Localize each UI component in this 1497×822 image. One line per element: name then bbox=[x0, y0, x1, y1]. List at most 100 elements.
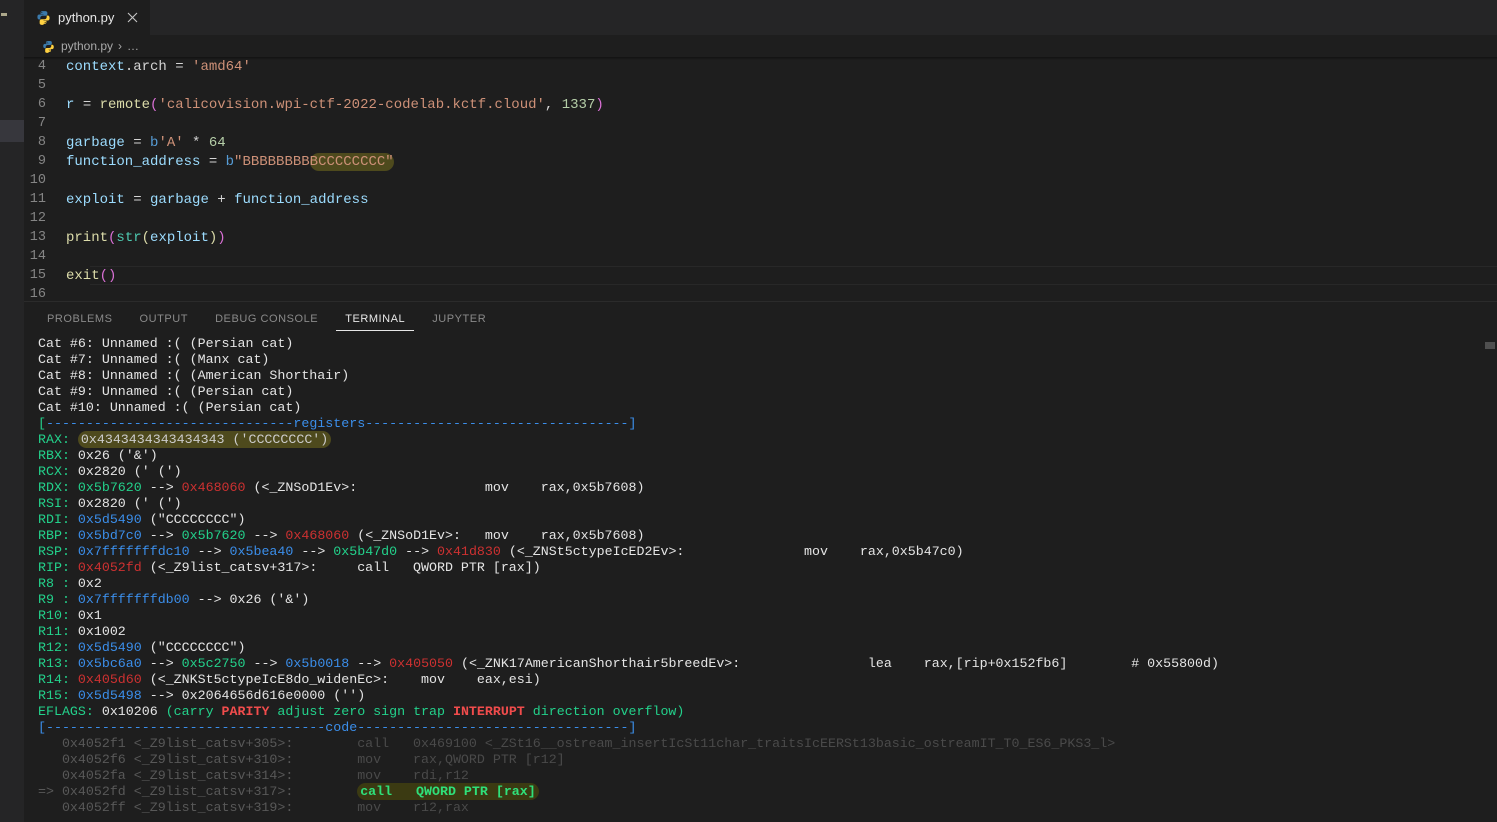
code-line[interactable]: 10 bbox=[24, 171, 1497, 190]
code-token: , bbox=[544, 96, 562, 113]
terminal-span: 0x5c2750 bbox=[181, 656, 246, 671]
terminal-span: (carry bbox=[165, 704, 222, 719]
code-line[interactable]: 14 bbox=[24, 247, 1497, 266]
terminal-output[interactable]: Cat #6: Unnamed :( (Persian cat) Cat #7: … bbox=[24, 336, 1497, 822]
breadcrumb: python.py › … bbox=[24, 35, 1497, 57]
line-number: 5 bbox=[37, 78, 46, 93]
code-line[interactable]: 7 bbox=[24, 114, 1497, 133]
terminal-span: (<_ZNSoD1Ev>: mov rax,0x5b7608) bbox=[349, 528, 645, 543]
terminal-line: RIP: 0x4052fd (<_Z9list_catsv+317>: call… bbox=[38, 560, 1497, 576]
code-token: .arch bbox=[124, 58, 176, 75]
terminal-scrollbar[interactable] bbox=[1485, 342, 1495, 349]
terminal-span: 0x4343434343434343 ('CCCCCCCC') bbox=[77, 431, 332, 448]
terminal-span: --> bbox=[245, 656, 286, 671]
activity-bar bbox=[0, 0, 24, 822]
close-icon[interactable] bbox=[124, 10, 140, 26]
python-file-icon bbox=[36, 10, 51, 25]
line-number: 12 bbox=[29, 211, 46, 226]
line-number: 8 bbox=[37, 135, 46, 150]
terminal-span: 0x10206 bbox=[101, 704, 166, 719]
terminal-span: --> bbox=[189, 544, 230, 559]
code-token: remote bbox=[99, 96, 151, 113]
code-line[interactable]: 15 exit() bbox=[24, 266, 1497, 285]
terminal-span: (<_ZNK17AmericanShorthair5breedEv>: lea … bbox=[453, 656, 1219, 671]
terminal-line: Cat #10: Unnamed :( (Persian cat) bbox=[38, 400, 1497, 416]
terminal-span: 0x2820 (' (') bbox=[77, 464, 182, 479]
editor-tab-python-py[interactable]: python.py bbox=[24, 0, 151, 35]
terminal-span: call QWORD PTR [rax] bbox=[357, 783, 539, 800]
panel-tab-problems[interactable]: PROBLEMS bbox=[38, 302, 122, 336]
terminal-span: EFLAGS: bbox=[38, 704, 102, 719]
code-line[interactable]: 11 exploit = garbage + function_address bbox=[24, 190, 1497, 209]
code-token: 'amd64' bbox=[192, 58, 251, 75]
panel-tab-terminal[interactable]: TERMINAL bbox=[336, 302, 415, 336]
terminal-line: R9 : 0x7fffffffdb00 --> 0x26 ('&') bbox=[38, 592, 1497, 608]
terminal-span: 0x7fffffffdb00 bbox=[77, 592, 190, 607]
code-editor[interactable]: 4 context.arch = 'amd64' 5 6 r = remote('cal… bbox=[24, 57, 1497, 301]
terminal-span: (<_ZNKSt5ctypeIcE8do_widenEc>: mov eax,e… bbox=[141, 672, 541, 687]
terminal-span: 0x5d5498 bbox=[77, 688, 142, 703]
terminal-span: RDI: bbox=[38, 512, 78, 527]
code-token: ) bbox=[595, 96, 604, 113]
menu-dot-icon[interactable] bbox=[1, 13, 7, 16]
terminal-line: Cat #8: Unnamed :( (American Shorthair) bbox=[38, 368, 1497, 384]
code-line[interactable]: 16 bbox=[24, 285, 1497, 301]
terminal-line: R12: 0x5d5490 ("CCCCCCCC") bbox=[38, 640, 1497, 656]
code-token: function_address bbox=[66, 153, 209, 170]
panel-tab-label: PROBLEMS bbox=[47, 313, 113, 325]
line-number: 7 bbox=[37, 116, 46, 131]
code-token: = bbox=[175, 58, 193, 75]
terminal-span: adjust zero sign trap bbox=[269, 704, 453, 719]
editor-tab-label: python.py bbox=[58, 10, 115, 25]
terminal-span: R11: bbox=[38, 624, 78, 639]
terminal-span: (<_Z9list_catsv+317>: call QWORD PTR [ra… bbox=[141, 560, 541, 575]
terminal-span: 0x5b0018 bbox=[285, 656, 350, 671]
terminal-span: --> 0x26 ('&') bbox=[189, 592, 310, 607]
code-line[interactable]: 6 r = remote('calicovision.wpi-ctf-2022-c… bbox=[24, 95, 1497, 114]
terminal-span: 0x1002 bbox=[77, 624, 126, 639]
current-line-border bbox=[90, 266, 1497, 267]
terminal-span: --> bbox=[397, 544, 438, 559]
terminal-span: R14: bbox=[38, 672, 78, 687]
terminal-span: call 0x469100 <_ZSt16__ostream_insertIcS… bbox=[357, 736, 1116, 751]
code-token: 'calicovision.wpi-ctf-2022-codelab.kctf.… bbox=[158, 96, 545, 113]
code-token: * bbox=[192, 134, 209, 151]
code-line-content: function_address = b"BBBBBBBBBCCCCCCCC" bbox=[66, 152, 394, 171]
code-token: function_address bbox=[234, 191, 369, 208]
terminal-line: R11: 0x1002 bbox=[38, 624, 1497, 640]
terminal-line: => 0x4052fd <_Z9list_catsv+317>: call QW… bbox=[38, 783, 1497, 800]
terminal-line: EFLAGS: 0x10206 (carry PARITY adjust zer… bbox=[38, 704, 1497, 720]
panel-tab-list: PROBLEMS OUTPUT DEBUG CONSOLE TERMINAL JUPYT… bbox=[24, 302, 1497, 336]
panel-tab-debug-console[interactable]: DEBUG CONSOLE bbox=[206, 302, 327, 336]
code-token: exit bbox=[66, 267, 100, 284]
code-line[interactable]: 5 bbox=[24, 76, 1497, 95]
terminal-span: --> bbox=[245, 528, 286, 543]
terminal-span: mov rax,QWORD PTR [r12] bbox=[357, 752, 565, 767]
code-line[interactable]: 9 function_address = b"BBBBBBBBBCCCCCCCC" bbox=[24, 152, 1497, 171]
line-number: 10 bbox=[29, 173, 46, 188]
code-token: 1337 bbox=[561, 96, 596, 113]
terminal-span: 0x5d5490 bbox=[77, 512, 142, 527]
terminal-line: R13: 0x5bc6a0 --> 0x5c2750 --> 0x5b0018 … bbox=[38, 656, 1497, 672]
editor-tab-bar: python.py bbox=[24, 0, 1497, 36]
terminal-span: Cat #6: Unnamed :( (Persian cat) bbox=[38, 336, 294, 351]
terminal-span: RAX: bbox=[38, 432, 78, 447]
terminal-span: PARITY bbox=[221, 704, 270, 719]
terminal-span: ------------------------------- bbox=[45, 416, 294, 431]
panel-tab-jupyter[interactable]: JUPYTER bbox=[423, 302, 495, 336]
breadcrumb-file[interactable]: python.py bbox=[61, 39, 113, 53]
panel-tab-output[interactable]: OUTPUT bbox=[131, 302, 198, 336]
code-token: print bbox=[66, 229, 109, 246]
code-token: garbage bbox=[66, 134, 134, 151]
activity-bar-active-indicator[interactable] bbox=[0, 120, 24, 142]
line-number: 11 bbox=[29, 192, 46, 207]
code-line-content: exploit = garbage + function_address bbox=[66, 192, 368, 208]
code-line[interactable]: 12 bbox=[24, 209, 1497, 228]
code-line[interactable]: 8 garbage = b'A' * 64 bbox=[24, 133, 1497, 152]
code-line-content: exit() bbox=[66, 268, 116, 284]
terminal-span: Cat #9: Unnamed :( (Persian cat) bbox=[38, 384, 294, 399]
code-line[interactable]: 13 print(str(exploit)) bbox=[24, 228, 1497, 247]
breadcrumb-ellipsis[interactable]: … bbox=[127, 39, 139, 53]
line-number: 15 bbox=[29, 268, 46, 283]
line-number: 4 bbox=[37, 59, 46, 74]
